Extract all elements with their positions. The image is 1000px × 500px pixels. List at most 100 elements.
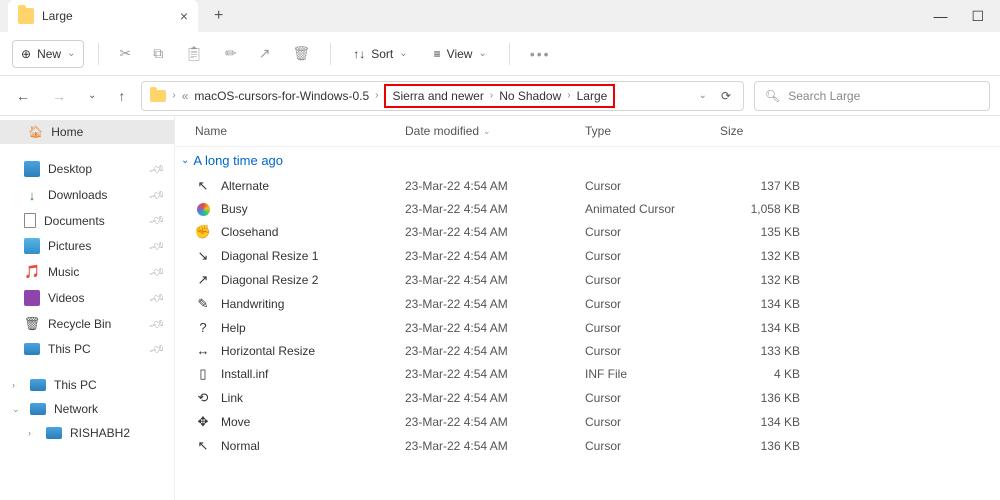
chevron-down-icon[interactable]: ⌄ [12, 404, 22, 415]
recent-chevron-icon[interactable]: ⌄ [82, 86, 102, 105]
breadcrumb-item[interactable]: Sierra and newer [392, 89, 483, 103]
minimize-icon[interactable]: — [933, 8, 947, 25]
sidebar-label: Recycle Bin [48, 317, 111, 331]
chevron-right-icon[interactable]: › [28, 428, 38, 438]
pin-icon[interactable]: 📌︎ [148, 263, 167, 281]
sidebar-item-recycle[interactable]: 🗑︎ Recycle Bin 📌︎ [0, 311, 174, 337]
maximize-icon[interactable]: ☐ [971, 8, 984, 25]
group-header[interactable]: ⌄ A long time ago [175, 147, 1000, 174]
chevron-right-icon[interactable]: › [12, 380, 22, 390]
chevron-right-icon: › [567, 90, 570, 101]
sidebar-label: Pictures [48, 239, 91, 253]
back-button[interactable]: ← [10, 84, 36, 108]
share-icon[interactable]: ↗ [253, 41, 277, 66]
view-label: View [447, 47, 473, 61]
table-row[interactable]: ⟲Link23-Mar-22 4:54 AMCursor136 KB [175, 386, 1000, 410]
pin-icon[interactable]: 📌︎ [148, 289, 167, 307]
breadcrumb-item[interactable]: No Shadow [499, 89, 561, 103]
sidebar-item-documents[interactable]: Documents 📌︎ [0, 208, 174, 233]
pin-icon[interactable]: 📌︎ [148, 160, 167, 178]
close-icon[interactable]: × [180, 8, 188, 24]
view-button[interactable]: ≡ View ⌄ [426, 41, 495, 67]
sidebar-item-videos[interactable]: Videos 📌︎ [0, 285, 174, 311]
sidebar-item-pictures[interactable]: Pictures 📌︎ [0, 233, 174, 259]
column-date[interactable]: Date modified⌄ [405, 124, 585, 138]
file-type: Cursor [585, 179, 720, 193]
table-row[interactable]: ↔Horizontal Resize23-Mar-22 4:54 AMCurso… [175, 339, 1000, 362]
sidebar-label: RISHABH2 [70, 426, 130, 440]
file-size: 135 KB [720, 225, 800, 239]
file-type: Cursor [585, 297, 720, 311]
overflow-icon[interactable]: « [182, 89, 189, 103]
network-icon [30, 403, 46, 415]
file-size: 136 KB [720, 391, 800, 405]
cursor-icon: ✎ [195, 296, 211, 312]
new-button[interactable]: ⊕ New ⌄ [12, 40, 84, 68]
plus-icon: ⊕ [21, 47, 31, 61]
pin-icon[interactable]: 📌︎ [148, 237, 167, 255]
breadcrumb-root[interactable]: macOS-cursors-for-Windows-0.5 [194, 89, 369, 103]
chevron-right-icon: › [490, 90, 493, 101]
pin-icon[interactable]: 📌︎ [148, 211, 167, 229]
file-name: Move [221, 415, 250, 429]
pin-icon[interactable]: 📌︎ [148, 340, 167, 358]
pin-icon[interactable]: 📌︎ [148, 315, 167, 333]
separator [330, 43, 331, 65]
sidebar-item-thispc-quick[interactable]: This PC 📌︎ [0, 337, 174, 361]
pin-icon[interactable]: 📌︎ [148, 186, 167, 204]
sidebar-label: Downloads [48, 188, 107, 202]
up-button[interactable]: ↑ [112, 84, 131, 108]
file-date: 23-Mar-22 4:54 AM [405, 273, 585, 287]
cursor-icon: ↗ [195, 272, 211, 288]
file-name: Horizontal Resize [221, 344, 315, 358]
file-size: 132 KB [720, 249, 800, 263]
sort-button[interactable]: ↑↓ Sort ⌄ [345, 41, 415, 67]
file-type: Cursor [585, 225, 720, 239]
more-icon[interactable]: ••• [524, 42, 557, 66]
refresh-icon[interactable]: ⟳ [717, 85, 735, 107]
address-bar[interactable]: › « macOS-cursors-for-Windows-0.5 › Sier… [141, 81, 744, 111]
pc-icon [46, 427, 62, 439]
sidebar-item-desktop[interactable]: Desktop 📌︎ [0, 156, 174, 182]
paste-icon[interactable]: 📋︎ [179, 41, 209, 66]
cursor-icon: ↔ [195, 343, 211, 358]
copy-icon[interactable]: ⧉ [147, 41, 169, 66]
table-row[interactable]: ?Help23-Mar-22 4:54 AMCursor134 KB [175, 316, 1000, 339]
breadcrumb-item[interactable]: Large [577, 89, 608, 103]
table-row[interactable]: ↖Normal23-Mar-22 4:54 AMCursor136 KB [175, 434, 1000, 458]
sidebar-label: Documents [44, 214, 105, 228]
table-row[interactable]: ↘Diagonal Resize 123-Mar-22 4:54 AMCurso… [175, 244, 1000, 268]
column-size[interactable]: Size [720, 124, 800, 138]
sidebar-item-downloads[interactable]: ↓ Downloads 📌︎ [0, 182, 174, 208]
column-type[interactable]: Type [585, 124, 720, 138]
table-row[interactable]: ↗Diagonal Resize 223-Mar-22 4:54 AMCurso… [175, 268, 1000, 292]
tab-large[interactable]: Large × [8, 0, 198, 32]
table-row[interactable]: ▯Install.inf23-Mar-22 4:54 AMINF File4 K… [175, 362, 1000, 386]
file-name: Alternate [221, 179, 269, 193]
body: 🏠︎ Home Desktop 📌︎ ↓ Downloads 📌︎ Docume… [0, 116, 1000, 500]
column-name[interactable]: Name [195, 124, 405, 138]
table-row[interactable]: Busy23-Mar-22 4:54 AMAnimated Cursor1,05… [175, 198, 1000, 220]
sidebar-item-network[interactable]: ⌄ Network [0, 397, 174, 421]
table-row[interactable]: ✥Move23-Mar-22 4:54 AMCursor134 KB [175, 410, 1000, 434]
document-icon [24, 213, 36, 228]
sidebar-item-home[interactable]: 🏠︎ Home [0, 120, 174, 144]
sidebar-item-thispc[interactable]: › This PC [0, 373, 174, 397]
file-type: Cursor [585, 439, 720, 453]
cut-icon[interactable]: ✂ [113, 41, 137, 66]
sidebar-item-music[interactable]: 🎵︎ Music 📌︎ [0, 259, 174, 285]
rename-icon[interactable]: ✏ [219, 41, 243, 66]
forward-button[interactable]: → [46, 84, 72, 108]
table-row[interactable]: ✎Handwriting23-Mar-22 4:54 AMCursor134 K… [175, 292, 1000, 316]
chevron-right-icon: › [375, 90, 378, 101]
sidebar-item-host[interactable]: › RISHABH2 [0, 421, 174, 445]
delete-icon[interactable]: 🗑︎ [286, 41, 316, 66]
file-name: Diagonal Resize 1 [221, 249, 318, 263]
table-row[interactable]: ✊Closehand23-Mar-22 4:54 AMCursor135 KB [175, 220, 1000, 244]
file-name: Busy [221, 202, 248, 216]
table-row[interactable]: ↖Alternate23-Mar-22 4:54 AMCursor137 KB [175, 174, 1000, 198]
search-input[interactable]: 🔍︎ Search Large [754, 81, 990, 111]
address-dropdown-icon[interactable]: ⌄ [699, 90, 707, 101]
new-tab-button[interactable]: + [206, 3, 231, 29]
file-size: 132 KB [720, 273, 800, 287]
